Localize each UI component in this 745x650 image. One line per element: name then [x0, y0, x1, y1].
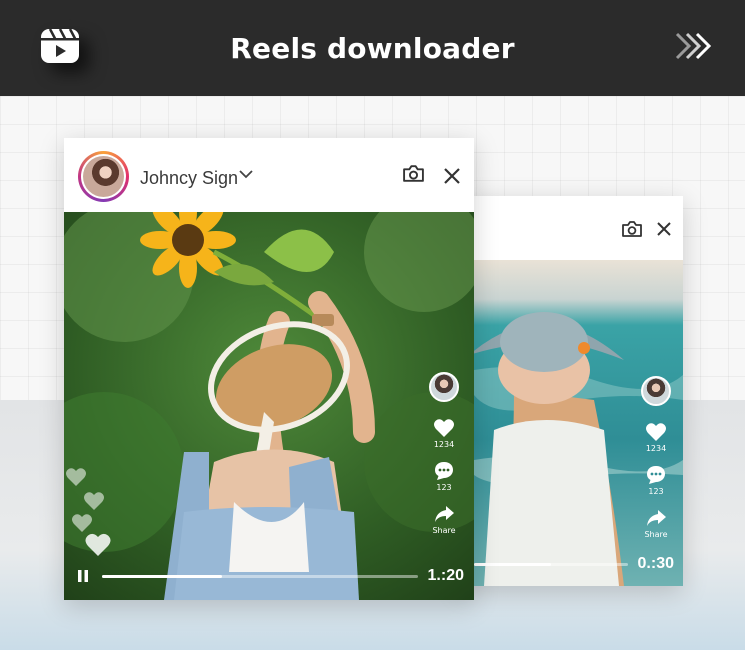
reel-thumbnail[interactable]	[64, 212, 474, 600]
comment-count: 123	[436, 483, 452, 492]
reel-actions: 1234 123 Share	[426, 372, 462, 547]
progress-fill	[102, 574, 222, 578]
heart-icon	[646, 423, 666, 441]
comment-action[interactable]: 123	[433, 461, 455, 492]
video-player-bar: 0.:30	[474, 554, 674, 574]
like-action[interactable]: 1234	[645, 422, 667, 453]
pause-icon[interactable]	[76, 569, 90, 583]
video-time: 1.:20	[427, 567, 464, 584]
video-player-bar: 1.:20	[76, 566, 464, 586]
camera-icon[interactable]	[621, 220, 643, 238]
share-label: Share	[644, 530, 668, 539]
reel-card-secondary[interactable]: 1234 123 Share 0.:30	[458, 196, 683, 586]
share-label: Share	[432, 526, 456, 535]
like-action[interactable]: 1234	[433, 418, 455, 449]
progress-fill	[474, 562, 551, 566]
video-time: 0.:30	[637, 555, 674, 572]
avatar[interactable]	[641, 376, 671, 406]
username[interactable]: Johncy Sign	[140, 168, 238, 189]
page-title: Reels downloader	[230, 31, 515, 65]
comment-action[interactable]: 123	[645, 465, 667, 496]
reels-icon[interactable]	[40, 28, 80, 64]
close-icon[interactable]	[656, 221, 672, 237]
share-action[interactable]: Share	[432, 504, 456, 535]
comment-count: 123	[648, 487, 664, 496]
share-action[interactable]: Share	[644, 508, 668, 539]
reel-card-primary[interactable]: Johncy Sign 1234 123 Share 1.:20	[64, 138, 474, 600]
like-count: 1234	[433, 440, 455, 449]
share-icon	[435, 506, 454, 522]
double-chevron-right-icon[interactable]	[673, 30, 713, 62]
share-icon	[647, 510, 666, 526]
app-header: Reels downloader	[0, 0, 745, 96]
card-toolbar	[458, 196, 683, 260]
heart-icon	[434, 419, 454, 437]
progress-track[interactable]	[102, 574, 418, 578]
camera-icon[interactable]	[402, 164, 425, 183]
card-toolbar: Johncy Sign	[64, 138, 474, 212]
chevron-down-icon[interactable]	[238, 168, 254, 180]
comment-icon	[647, 466, 665, 484]
avatar[interactable]	[429, 372, 459, 402]
progress-track[interactable]	[474, 562, 628, 566]
avatar[interactable]	[78, 151, 129, 202]
reel-actions: 1234 123 Share	[638, 376, 674, 551]
close-icon[interactable]	[443, 167, 461, 185]
like-count: 1234	[645, 444, 667, 453]
comment-icon	[435, 462, 453, 480]
